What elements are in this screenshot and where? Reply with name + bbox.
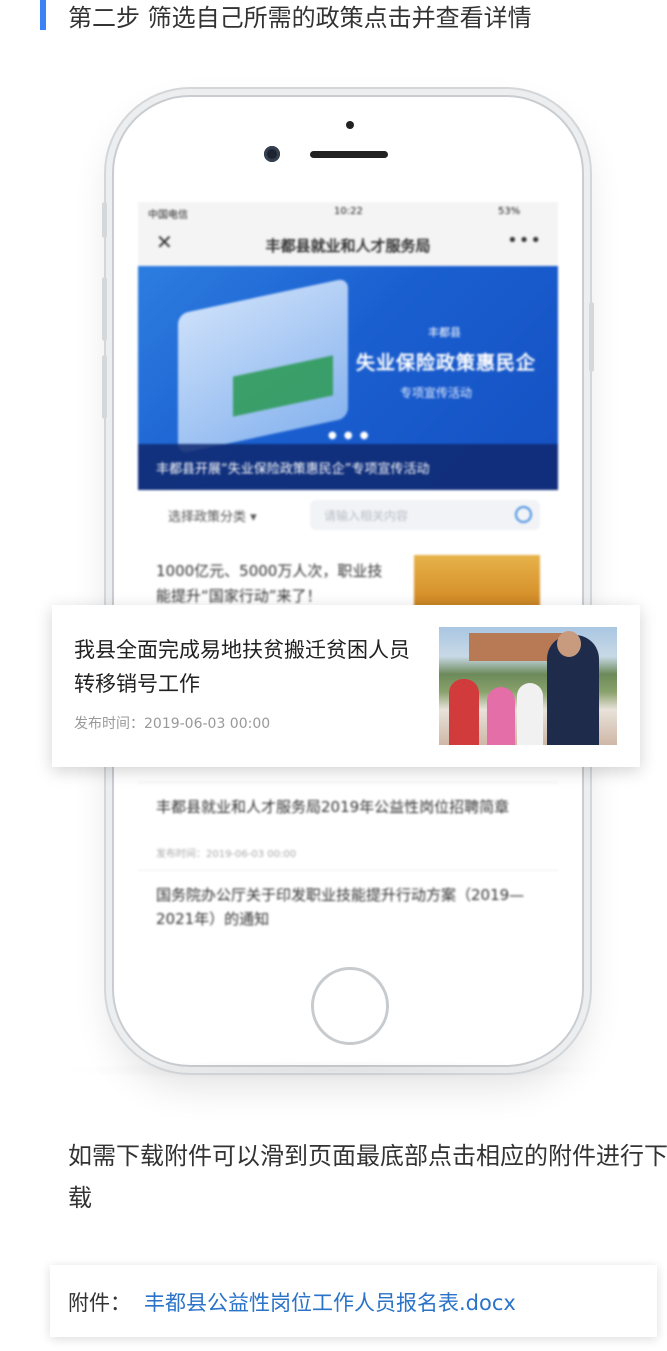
wechat-navbar: ✕ 丰都县就业和人才服务局 •••: [138, 222, 558, 266]
search-input[interactable]: 请输入相关内容: [310, 500, 540, 530]
list-item-title: 1000亿元、5000万人次，职业技能提升“国家行动”来了！: [156, 562, 383, 605]
banner-carousel[interactable]: 丰都县 失业保险政策惠民企 专项宣传活动 ● ● ● 丰都县开展“失业保险政策惠…: [138, 266, 558, 490]
highlighted-policy-card[interactable]: 我县全面完成易地扶贫搬迁贫困人员转移销号工作 发布时间：2019-06-03 0…: [52, 605, 640, 767]
phone-mockup: 中国电信 10:22 53% ✕ 丰都县就业和人才服务局 ••• 丰都县 失业保…: [102, 95, 594, 1067]
chevron-down-icon: ▾: [250, 510, 257, 525]
filter-bar: 选择政策分类 ▾ 请输入相关内容: [138, 494, 558, 538]
search-icon[interactable]: [515, 506, 532, 523]
banner-caption: 丰都县开展“失业保险政策惠民企”专项宣传活动: [138, 444, 558, 490]
phone-speaker: [310, 151, 388, 158]
nav-title: 丰都县就业和人才服务局: [265, 237, 431, 255]
category-label: 选择政策分类: [168, 510, 247, 525]
policy-title: 我县全面完成易地扶贫搬迁贫困人员转移销号工作: [74, 638, 410, 696]
status-time: 10:22: [334, 206, 363, 217]
banner-caption-text: 丰都县开展“失业保险政策惠民企”专项宣传活动: [156, 462, 430, 477]
category-dropdown[interactable]: 选择政策分类 ▾: [168, 506, 257, 525]
status-bar: 中国电信 10:22 53%: [138, 202, 558, 222]
search-placeholder: 请输入相关内容: [324, 509, 409, 523]
attachment-label: 附件：: [68, 1291, 131, 1315]
home-button[interactable]: [311, 967, 389, 1045]
list-item-time: 发布时间：2019-06-03 00:00: [156, 849, 297, 860]
download-instruction: 如需下载附件可以滑到页面最底部点击相应的附件进行下载: [68, 1142, 667, 1212]
photo-child: [449, 679, 479, 745]
carrier-label: 中国电信: [148, 210, 188, 221]
list-item-title: 国务院办公厅关于印发职业技能提升行动方案（2019—2021年）的通知: [156, 886, 525, 928]
step-header: 第二步 筛选自己所需的政策点击并查看详情: [0, 0, 667, 40]
phone-power-button: [589, 302, 594, 372]
step-title: 第二步 筛选自己所需的政策点击并查看详情: [68, 4, 532, 32]
step-accent-bar: [40, 0, 46, 30]
phone-shadow: [52, 1060, 612, 1080]
phone-volume-up: [102, 277, 107, 341]
policy-photo: [439, 627, 617, 745]
banner-subtitle: 专项宣传活动: [400, 386, 473, 400]
photo-child: [517, 683, 543, 745]
phone-camera-icon: [264, 146, 280, 162]
policy-publish-time: 发布时间：2019-06-03 00:00: [74, 716, 271, 732]
phone-mute-switch: [102, 202, 107, 238]
banner-small-text: 丰都县: [428, 326, 461, 339]
list-item[interactable]: 国务院办公厅关于印发职业技能提升行动方案（2019—2021年）的通知: [138, 870, 558, 951]
photo-child: [487, 687, 515, 745]
phone-volume-down: [102, 355, 107, 419]
battery-level: 53%: [498, 206, 521, 217]
carousel-dots: ● ● ●: [328, 430, 371, 441]
attachment-link[interactable]: 丰都县公益性岗位工作人员报名表.docx: [144, 1287, 516, 1317]
attachment-card: 附件： 丰都县公益性岗位工作人员报名表.docx: [50, 1265, 657, 1337]
list-item-title: 丰都县就业和人才服务局2019年公益性岗位招聘简章: [156, 798, 510, 816]
banner-headline: 失业保险政策惠民企: [356, 352, 537, 374]
phone-screen: 中国电信 10:22 53% ✕ 丰都县就业和人才服务局 ••• 丰都县 失业保…: [138, 202, 558, 952]
photo-person-head: [557, 631, 581, 657]
phone-sensor: [346, 121, 354, 129]
more-icon[interactable]: •••: [507, 230, 542, 251]
list-item[interactable]: 丰都县就业和人才服务局2019年公益性岗位招聘简章 发布时间：2019-06-0…: [138, 782, 558, 863]
